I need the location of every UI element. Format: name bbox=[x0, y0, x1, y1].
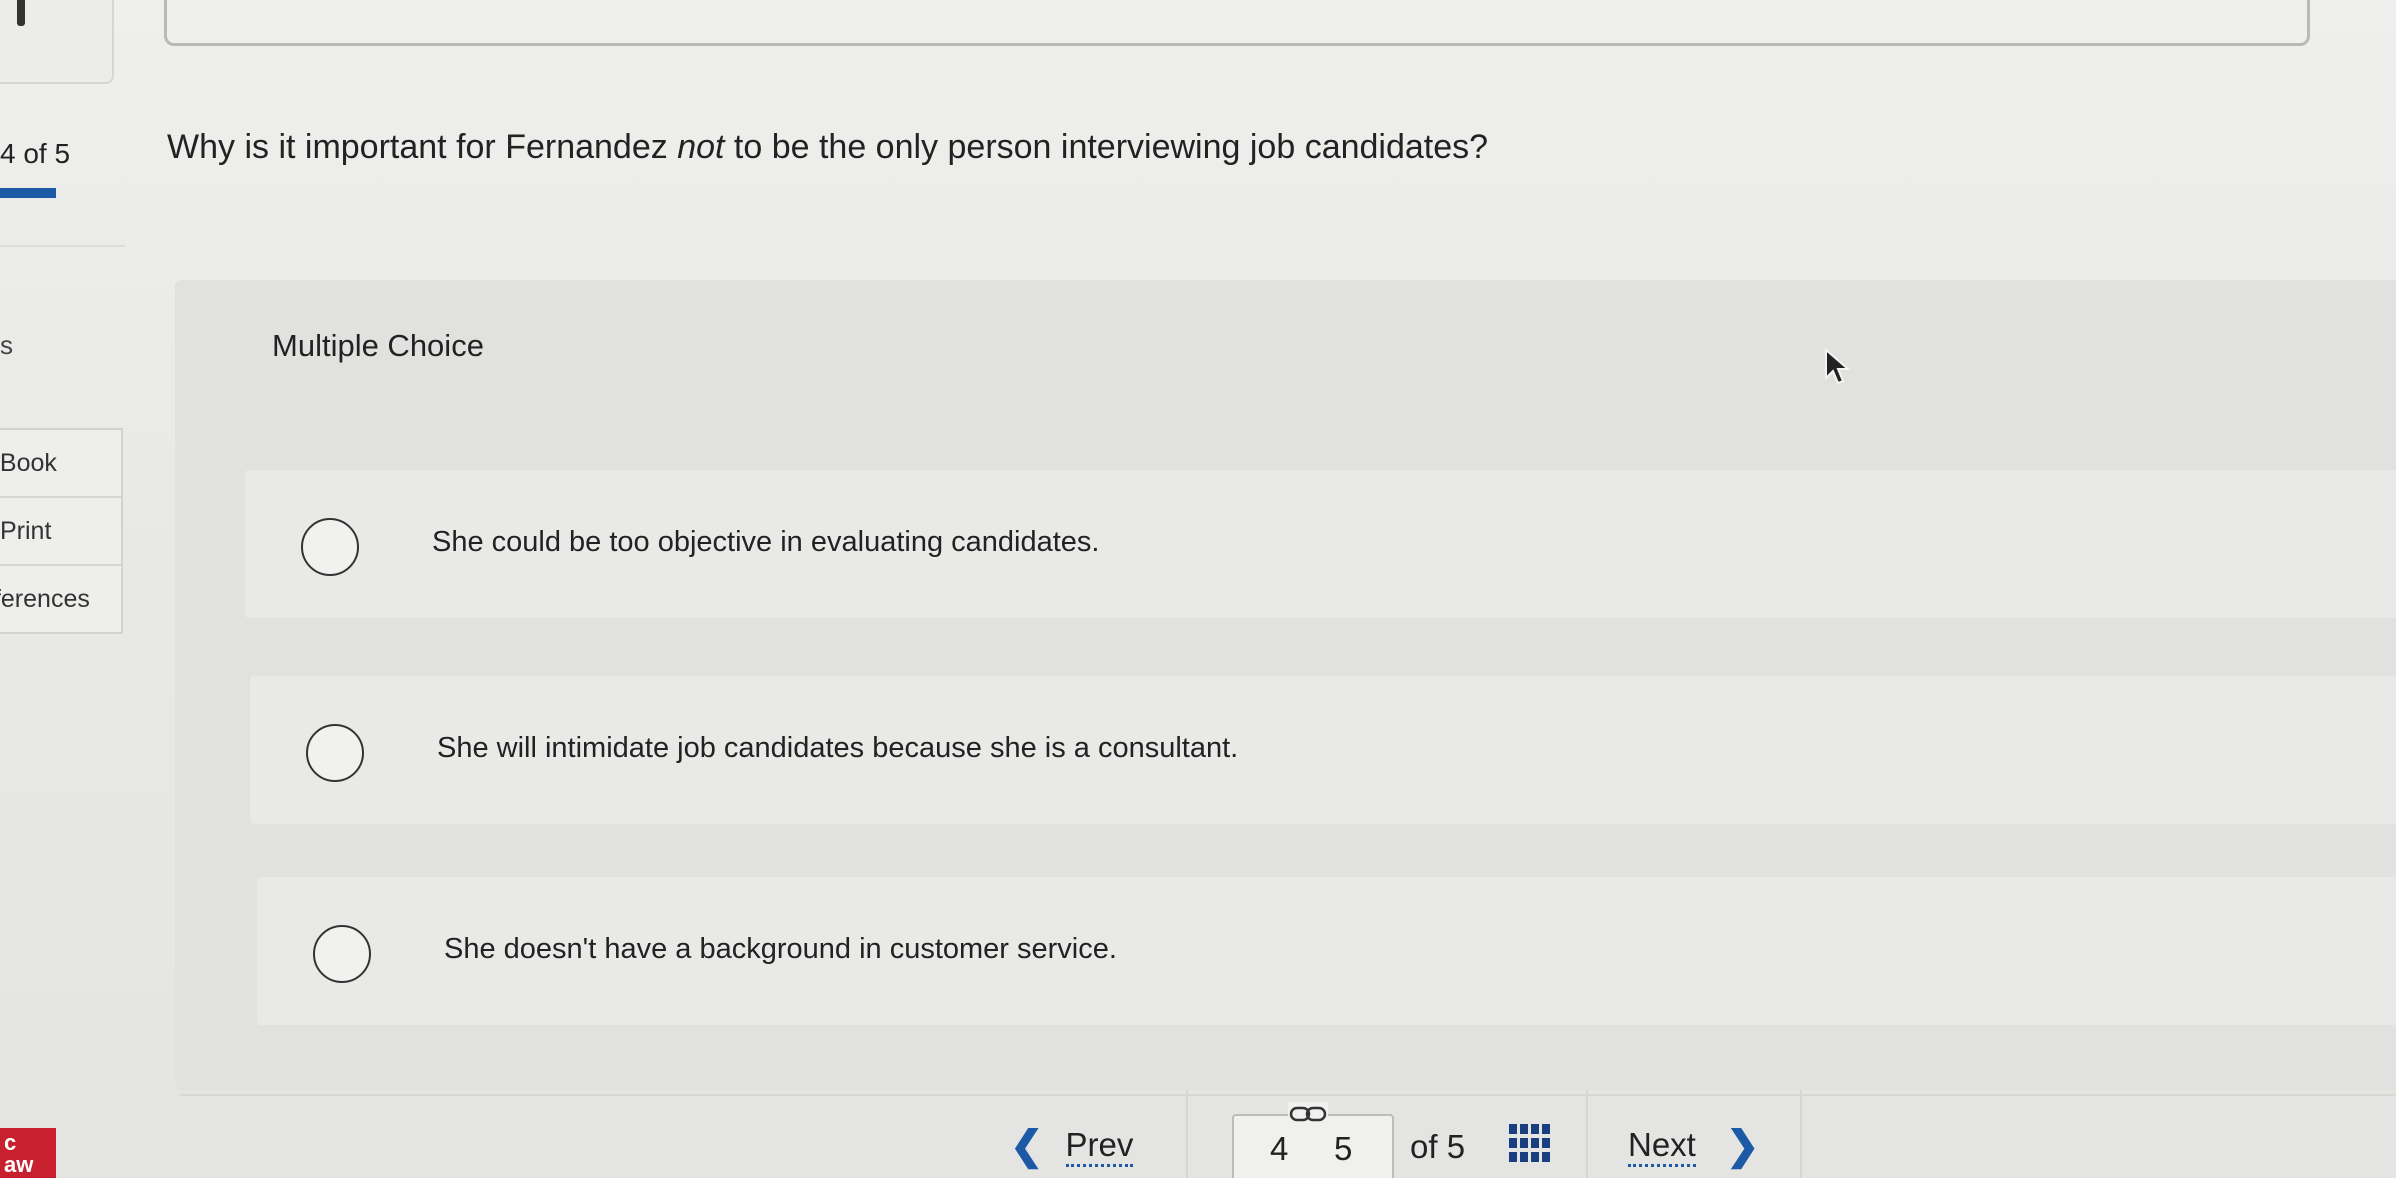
prev-button[interactable]: ❮ Prev bbox=[1010, 1118, 1134, 1174]
page-selector[interactable]: 4 5 bbox=[1232, 1102, 1394, 1178]
current-page-number[interactable]: 4 bbox=[1270, 1130, 1288, 1168]
pager-separator bbox=[1186, 1090, 1188, 1178]
radio-button[interactable] bbox=[313, 925, 371, 983]
sidebar-marker bbox=[17, 0, 25, 26]
grid-icon[interactable] bbox=[1509, 1124, 1551, 1166]
prev-button-label: Prev bbox=[1065, 1126, 1134, 1167]
sidebar-item-ebook[interactable]: eBook bbox=[0, 430, 121, 498]
answer-option-label: She doesn't have a background in custome… bbox=[444, 933, 1117, 965]
question-type-label: Multiple Choice bbox=[272, 328, 484, 363]
mouse-pointer-icon bbox=[1825, 348, 1851, 385]
next-button-label: Next bbox=[1628, 1126, 1696, 1167]
link-icon bbox=[1288, 1102, 1328, 1126]
pager-separator bbox=[1800, 1090, 1802, 1178]
question-prefix: Why is it important for Fernandez bbox=[167, 128, 678, 166]
brand-logo: c aw bbox=[0, 1128, 56, 1178]
radio-button[interactable] bbox=[306, 724, 364, 782]
question-progress-bar bbox=[0, 188, 56, 198]
answer-option[interactable]: She will intimidate job candidates becau… bbox=[250, 676, 2396, 824]
footer-divider bbox=[180, 1094, 2396, 1096]
next-button[interactable]: Next ❯ bbox=[1628, 1118, 1759, 1174]
sidebar: 4 of 5 s eBook Print References c aw bbox=[0, 0, 125, 1178]
answer-option[interactable]: She doesn't have a background in custome… bbox=[257, 877, 2396, 1025]
sidebar-item-print[interactable]: Print bbox=[0, 498, 121, 566]
sidebar-tools-menu: eBook Print References bbox=[0, 428, 123, 634]
pager-separator bbox=[1586, 1090, 1588, 1178]
chevron-left-icon: ❮ bbox=[1010, 1124, 1044, 1168]
header-panel bbox=[164, 0, 2310, 46]
question-emphasis: not bbox=[677, 128, 725, 166]
page-total-label: of 5 bbox=[1410, 1128, 1466, 1165]
answer-option[interactable]: She could be too objective in evaluating… bbox=[245, 470, 2396, 618]
page-number[interactable]: 5 bbox=[1334, 1130, 1352, 1168]
answer-option-label: She could be too objective in evaluating… bbox=[432, 526, 1100, 558]
question-text: Why is it important for Fernandez not to… bbox=[167, 128, 1488, 167]
sidebar-item-references[interactable]: References bbox=[0, 566, 121, 632]
brand-logo-text: c aw bbox=[4, 1130, 34, 1177]
chevron-right-icon: ❯ bbox=[1725, 1124, 1760, 1168]
assignment-page: 4 of 5 s eBook Print References c aw Why… bbox=[0, 0, 2396, 1178]
answer-option-label: She will intimidate job candidates becau… bbox=[437, 732, 1239, 764]
radio-button[interactable] bbox=[301, 518, 359, 576]
question-suffix: to be the only person interviewing job c… bbox=[724, 128, 1489, 166]
sidebar-divider bbox=[0, 245, 125, 247]
sidebar-fragment-label: s bbox=[0, 330, 13, 360]
question-progress-label: 4 of 5 bbox=[0, 138, 71, 169]
